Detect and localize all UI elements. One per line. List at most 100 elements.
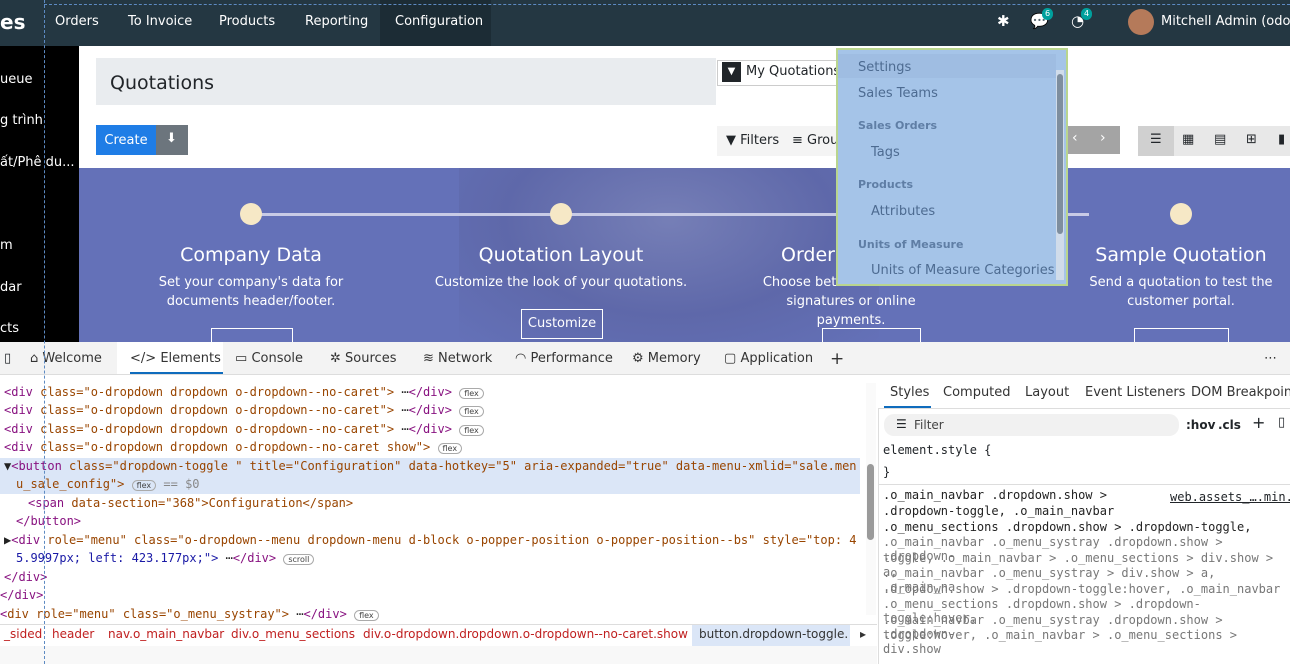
download-button[interactable]: ⬇ — [156, 125, 188, 155]
add-tab-icon[interactable]: + — [830, 342, 844, 374]
dom-line[interactable]: </div> — [4, 570, 47, 584]
dom-line[interactable]: 5.9997px; left: 423.177px;"> ⋯</div> scr… — [16, 551, 315, 565]
dropdown-scrollbar-thumb[interactable] — [1057, 74, 1063, 234]
calendar-view-icon[interactable]: ▤ — [1214, 132, 1226, 147]
dom-line[interactable]: ▶<div role="menu" class="o-dropdown--men… — [4, 533, 857, 547]
crumb-next-icon[interactable]: ▸ — [860, 627, 866, 641]
step-button[interactable] — [1134, 328, 1229, 342]
tab-label: Performance — [530, 351, 613, 366]
dropdown-item-attributes[interactable]: Attributes — [871, 204, 935, 219]
left-menu-item[interactable]: m — [0, 238, 13, 253]
filters-button[interactable]: ▼ Filters — [726, 133, 779, 148]
tab-application[interactable]: ▢ Application — [724, 342, 813, 374]
dom-line[interactable]: </button> — [16, 514, 81, 528]
hov-toggle[interactable]: :hov — [1186, 418, 1215, 432]
elements-scrollbar-thumb[interactable] — [867, 464, 874, 540]
scroll-badge[interactable]: scroll — [283, 554, 315, 565]
pager-next-icon[interactable]: › — [1100, 130, 1106, 146]
flex-badge[interactable]: flex — [459, 388, 484, 399]
step-desc: Customize the look of your quotations. — [434, 275, 688, 290]
tab-network[interactable]: ≋ Network — [423, 342, 492, 374]
tab-computed[interactable]: Computed — [943, 385, 1011, 400]
left-menu-item[interactable]: ueue — [0, 72, 32, 87]
nav-to-invoice[interactable]: To Invoice — [128, 14, 192, 29]
create-button[interactable]: Create — [96, 125, 156, 155]
graph-view-icon[interactable]: ▮ — [1278, 132, 1285, 147]
selector-line[interactable]: .o_menu_sections .dropdown.show > .dropd… — [883, 520, 1251, 534]
new-rule-icon[interactable]: + — [1252, 413, 1265, 432]
more-icon[interactable]: ⋯ — [1264, 342, 1277, 374]
nav-configuration[interactable]: Configuration — [395, 14, 483, 29]
flex-badge[interactable]: flex — [354, 610, 379, 621]
selector-line[interactable]: .o_main_navbar .dropdown.show > — [883, 488, 1107, 502]
selector-line[interactable]: toggle:hover, .o_main_navbar > .o_menu_s… — [883, 628, 1290, 656]
dom-line[interactable]: </div> — [0, 588, 43, 602]
computed-sidebar-icon[interactable]: ▯ — [1278, 415, 1285, 430]
pivot-view-icon[interactable]: ⊞ — [1246, 132, 1257, 147]
crumb[interactable]: header — [52, 627, 94, 641]
dom-line[interactable]: <div class="o-dropdown dropdown o-dropdo… — [4, 440, 463, 454]
dom-line-selected[interactable]: ▼<button class="dropdown-toggle " title=… — [4, 459, 857, 473]
tab-console[interactable]: ▭ Console — [235, 342, 303, 374]
kanban-view-icon[interactable]: ▦ — [1182, 132, 1194, 147]
pager-prev-icon[interactable]: ‹ — [1072, 130, 1078, 146]
user-name[interactable]: Mitchell Admin (odoo_ — [1161, 14, 1290, 29]
tab-performance[interactable]: ◠ Performance — [515, 342, 613, 374]
left-menu-item[interactable]: cts — [0, 321, 19, 336]
step-button[interactable] — [822, 328, 921, 342]
dom-line[interactable]: <span data-section="368">Configuration</… — [28, 496, 353, 510]
crumb[interactable]: div.o_menu_sections — [231, 627, 355, 641]
tab-dom-breakpoints[interactable]: DOM Breakpoints — [1191, 385, 1290, 400]
avatar[interactable] — [1128, 9, 1154, 35]
tab-styles[interactable]: Styles — [890, 385, 929, 400]
dom-line[interactable]: <div role="menu" class="o_menu_systray">… — [0, 607, 379, 621]
crumb[interactable]: div.o-dropdown.dropdown.o-dropdown--no-c… — [363, 627, 688, 641]
flex-badge[interactable]: flex — [131, 480, 157, 491]
tab-welcome[interactable]: ⌂ Welcome — [30, 342, 102, 374]
filter-placeholder: Filter — [914, 418, 944, 432]
dock-icon[interactable]: ▯ — [4, 351, 11, 366]
style-line: } — [883, 465, 891, 479]
left-menu-item[interactable]: ất/Phê du... — [0, 155, 75, 170]
dom-line[interactable]: <div class="o-dropdown dropdown o-dropdo… — [4, 422, 484, 436]
tab-layout[interactable]: Layout — [1025, 385, 1069, 400]
dropdown-item-uom-categories[interactable]: Units of Measure Categories — [871, 263, 1055, 278]
console-icon: ▭ — [235, 351, 248, 366]
app-brand[interactable]: es — [0, 10, 25, 34]
selector-line[interactable]: .dropdown-toggle, .o_main_navbar — [883, 504, 1114, 518]
left-menu-item[interactable]: g trình — [0, 113, 43, 128]
crumb[interactable]: nav.o_main_navbar — [108, 627, 224, 641]
style-line[interactable]: element.style { — [883, 443, 991, 457]
step-button[interactable] — [211, 328, 293, 342]
dom-line[interactable]: <div class="o-dropdown dropdown o-dropdo… — [4, 385, 484, 399]
styles-tab-underline — [884, 406, 931, 408]
dropdown-item-settings[interactable]: Settings — [858, 60, 911, 75]
activity-icon[interactable]: ◔ 4 — [1071, 8, 1093, 30]
crumb-selected[interactable]: button.dropdown-toggle. — [699, 627, 848, 641]
flex-badge[interactable]: flex — [459, 406, 484, 417]
selector-line[interactable]: .dropdown.show > .dropdown-toggle:hover,… — [883, 582, 1280, 596]
dom-attrs: class="dropdown-toggle " title="Configur… — [69, 459, 857, 473]
cls-toggle[interactable]: .cls — [1218, 418, 1241, 432]
flex-badge[interactable]: flex — [459, 425, 484, 436]
nav-products[interactable]: Products — [219, 14, 275, 29]
nav-reporting[interactable]: Reporting — [305, 14, 368, 29]
nav-orders[interactable]: Orders — [55, 14, 99, 29]
styles-filter-input[interactable]: ☰ Filter — [884, 414, 1179, 436]
flex-badge[interactable]: flex — [437, 443, 463, 454]
tab-sources[interactable]: ✲ Sources — [330, 342, 396, 374]
style-rules: element.style { } web.assets_….min. .o_m… — [878, 440, 1290, 664]
tab-memory[interactable]: ⚙ Memory — [632, 342, 701, 374]
bug-icon[interactable]: ✱ — [997, 12, 1010, 30]
tab-elements[interactable]: </> Elements — [130, 342, 221, 374]
style-source-link[interactable]: web.assets_….min. — [1170, 490, 1290, 504]
dom-attrs: class="o-dropdown dropdown o-dropdown--n… — [40, 422, 395, 436]
tab-event-listeners[interactable]: Event Listeners — [1085, 385, 1185, 400]
left-menu-item[interactable]: dar — [0, 280, 22, 295]
customize-button[interactable]: Customize — [521, 309, 603, 339]
dropdown-item-tags[interactable]: Tags — [871, 145, 900, 160]
crumb[interactable]: _sided — [4, 627, 42, 641]
chat-icon[interactable]: 💬 6 — [1030, 8, 1054, 30]
dropdown-item-sales-teams[interactable]: Sales Teams — [858, 86, 938, 101]
dom-line[interactable]: <div class="o-dropdown dropdown o-dropdo… — [4, 403, 484, 417]
